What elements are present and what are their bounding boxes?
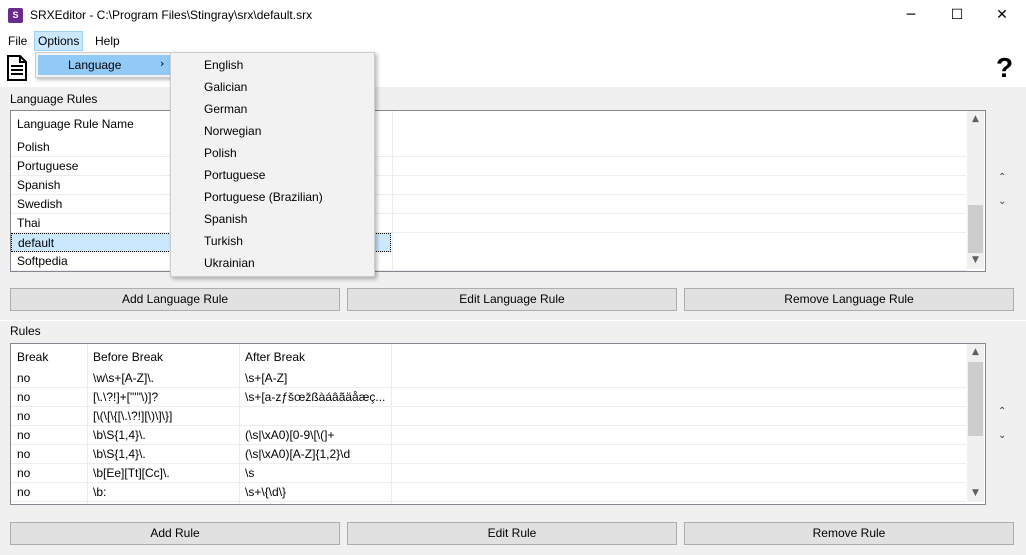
table-row[interactable]: no [\(\[\{[\.\?!][\)\]\}] [11, 407, 966, 426]
list-item[interactable]: Thai [11, 214, 966, 233]
menu-item-language-label: Language [68, 58, 122, 72]
submenu-item-language[interactable]: Galician [204, 80, 247, 94]
rules-scrollbar[interactable]: ▲ ▼ [967, 344, 984, 502]
submenu-item-language[interactable]: Portuguese (Brazilian) [204, 190, 323, 204]
submenu-arrow-icon: › [160, 57, 165, 70]
remove-rule-button[interactable]: Remove Rule [684, 522, 1014, 545]
break-cell: no [17, 466, 31, 480]
remove-language-rule-button[interactable]: Remove Language Rule [684, 288, 1014, 311]
break-cell: no [17, 485, 31, 499]
break-cell: no [17, 371, 31, 385]
language-rules-scrollbar[interactable]: ▲ ▼ [967, 111, 984, 269]
move-up-icon[interactable]: ⌃ [998, 172, 1006, 183]
submenu-item-language[interactable]: Ukrainian [204, 256, 255, 270]
submenu-item-language[interactable]: Norwegian [204, 124, 261, 138]
after-break-cell: \s+\{\d\} [245, 485, 287, 499]
menu-help[interactable]: Help [92, 32, 123, 50]
before-break-cell: \b\S{1,4}\. [93, 447, 146, 461]
before-break-cell: \b\S{1,4}\. [93, 428, 146, 442]
list-item[interactable]: Softpedia [11, 252, 966, 271]
move-down-icon[interactable]: ⌄ [998, 196, 1006, 207]
list-item[interactable]: Swedish [11, 195, 966, 214]
list-item[interactable]: Spanish [11, 176, 966, 195]
edit-language-rule-button[interactable]: Edit Language Rule [347, 288, 677, 311]
before-break-cell: \b: [93, 485, 107, 499]
menu-options[interactable]: Options [34, 31, 84, 51]
move-up-icon[interactable]: ⌃ [998, 406, 1006, 417]
after-break-cell: (\s|\xA0)[A-Z]{1,2}\d [245, 447, 351, 461]
app-icon: S [8, 8, 23, 23]
move-down-icon[interactable]: ⌄ [998, 430, 1006, 441]
divider [0, 320, 1026, 321]
new-document-icon[interactable] [6, 55, 28, 81]
break-cell: no [17, 447, 31, 461]
menu-item-language[interactable]: Language › [38, 55, 171, 75]
submenu-item-language[interactable]: Turkish [204, 234, 243, 248]
table-row[interactable]: no [\.\?!]+["'"\)]? \s+[a-zƒšœžßàáâãäåæç..… [11, 388, 966, 407]
scroll-up-arrow[interactable]: ▲ [967, 111, 984, 128]
scroll-thumb[interactable] [968, 362, 983, 436]
rules-group-label: Rules [10, 324, 41, 338]
maximize-button[interactable]: ☐ [934, 0, 980, 30]
table-row[interactable]: no \w\s+[A-Z]\. \s+[A-Z] [11, 369, 966, 388]
after-break-cell: \s+[A-Z] [245, 371, 288, 385]
before-break-cell: \w\s+[A-Z]\. [93, 371, 155, 385]
window-title: SRXEditor - C:\Program Files\Stingray\sr… [30, 8, 313, 22]
before-break-cell: [\(\[\{[\.\?!][\)\]\}] [93, 409, 173, 423]
language-submenu: English Galician German Norwegian Polish Port… [170, 52, 375, 277]
list-item[interactable]: Polish [11, 138, 966, 157]
menu-file[interactable]: File [5, 32, 30, 50]
add-language-rule-button[interactable]: Add Language Rule [10, 288, 340, 311]
language-rules-list[interactable]: Language Rule Name Polish Portuguese Spani… [10, 110, 986, 272]
table-row[interactable]: no \b[Ee][Tt][Cc]\. \s [11, 464, 966, 483]
submenu-item-language[interactable]: German [204, 102, 247, 116]
edit-rule-button[interactable]: Edit Rule [347, 522, 677, 545]
column-header-break[interactable]: Break [11, 344, 87, 368]
list-item[interactable]: Portuguese [11, 157, 966, 176]
language-rules-group-label: Language Rules [10, 92, 98, 106]
scroll-down-arrow[interactable]: ▼ [967, 485, 984, 502]
close-button[interactable]: ✕ [979, 0, 1025, 30]
divider [0, 86, 1026, 87]
break-cell: no [17, 409, 31, 423]
table-row[interactable]: no \b\S{1,4}\. (\s|\xA0)[A-Z]{1,2}\d [11, 445, 966, 464]
submenu-item-language[interactable]: Portuguese [204, 168, 265, 182]
after-break-cell: \s+[a-zƒšœžßàáâãäåæç... [245, 390, 386, 404]
help-icon[interactable]: ? [996, 52, 1013, 84]
scroll-up-arrow[interactable]: ▲ [967, 344, 984, 361]
before-break-cell: \b[Ee][Tt][Cc]\. [93, 466, 170, 480]
break-cell: no [17, 428, 31, 442]
scroll-down-arrow[interactable]: ▼ [967, 252, 984, 269]
table-row[interactable]: no \b: \s+\{\d\} [11, 483, 966, 502]
minimize-button[interactable]: ─ [888, 0, 934, 30]
after-break-cell: \s [245, 466, 255, 480]
break-cell: no [17, 390, 31, 404]
column-header-before-break[interactable]: Before Break [87, 344, 239, 368]
scroll-thumb[interactable] [968, 205, 983, 253]
before-break-cell: [\.\?!]+["'"\)]? [93, 390, 159, 404]
menu-bar [0, 30, 1026, 52]
add-rule-button[interactable]: Add Rule [10, 522, 340, 545]
submenu-item-language[interactable]: Polish [204, 146, 237, 160]
rules-list[interactable]: Break Before Break After Break no \w\s+[A… [10, 343, 986, 505]
table-row[interactable]: no \b\S{1,4}\. (\s|\xA0)[0-9\[\(]+ [11, 426, 966, 445]
after-break-cell: (\s|\xA0)[0-9\[\(]+ [245, 428, 335, 442]
column-header-after-break[interactable]: After Break [239, 344, 391, 368]
options-dropdown-menu: Language › [35, 52, 174, 78]
submenu-item-language[interactable]: Spanish [204, 212, 247, 226]
submenu-item-language[interactable]: English [204, 58, 243, 72]
